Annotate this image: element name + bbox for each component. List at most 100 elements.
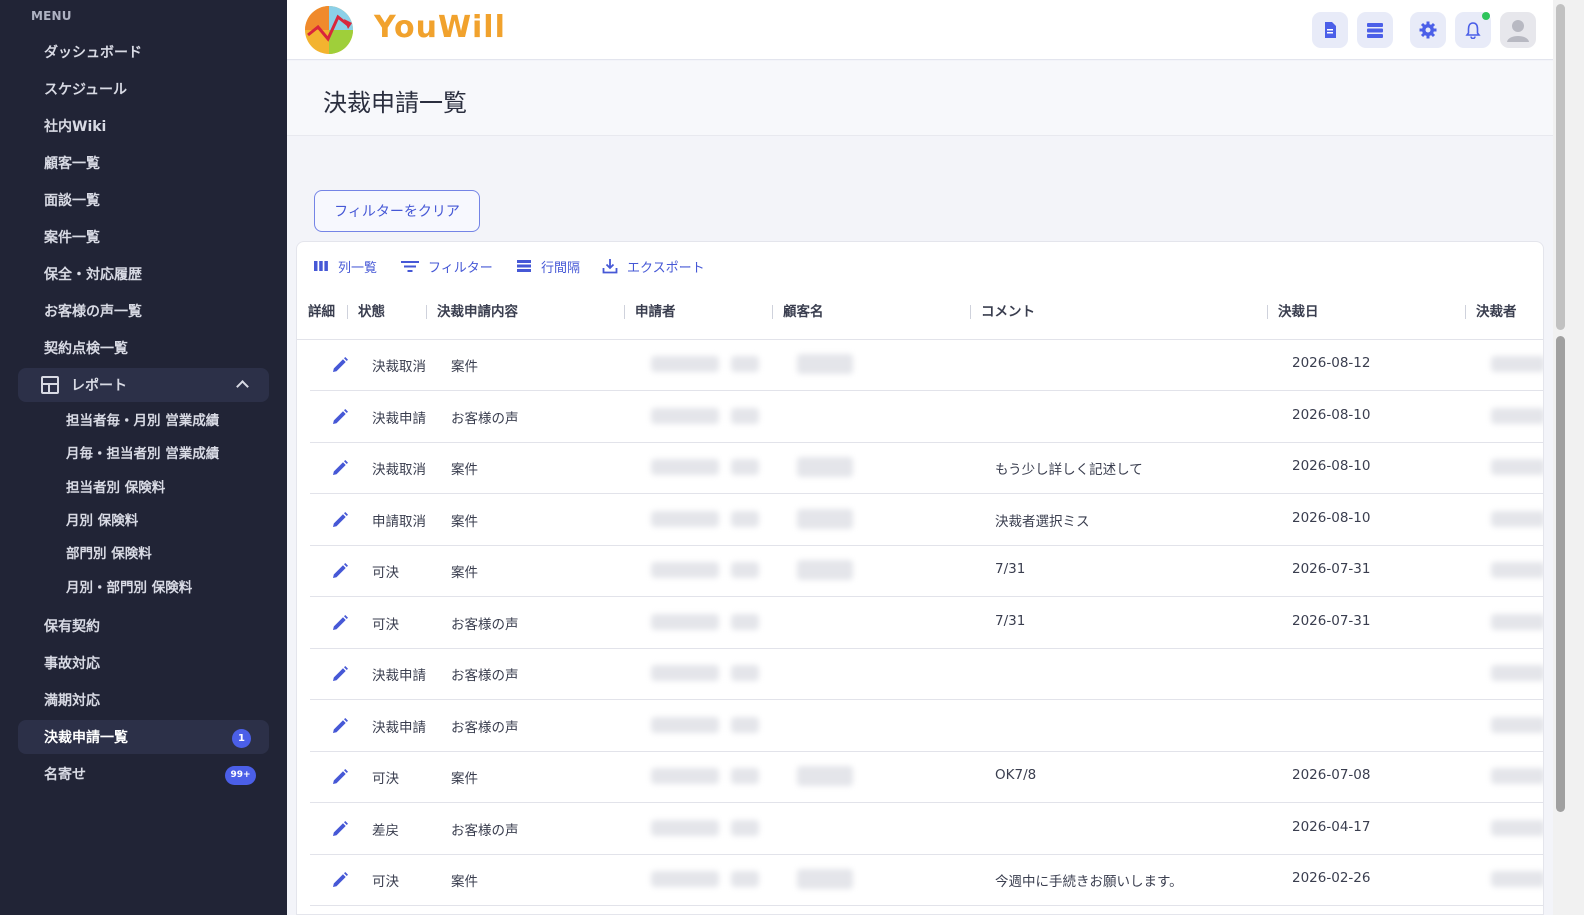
sidebar-subitem-premium-by-rep[interactable]: 担当者別 保険料 (66, 477, 165, 499)
table-row[interactable]: 可決 案件 7/31 2026-07-31 (297, 546, 1543, 597)
column-separator[interactable] (347, 305, 348, 319)
column-separator[interactable] (772, 305, 773, 319)
table-row[interactable]: 決裁申請 お客様の声 (297, 701, 1543, 752)
filter-button[interactable]: フィルター (401, 256, 493, 276)
sidebar-subitem-premium-by-month[interactable]: 月別 保険料 (66, 510, 138, 532)
top-header: YouWill (287, 0, 1553, 60)
column-separator[interactable] (426, 305, 427, 319)
edit-pencil-icon[interactable] (331, 562, 349, 580)
status-cell: 申請取消 (372, 513, 426, 530)
density-button[interactable]: 行間隔 (516, 256, 580, 276)
scrollbar-track-upper[interactable] (1556, 4, 1565, 330)
edit-pencil-icon[interactable] (331, 614, 349, 632)
edit-pencil-icon[interactable] (331, 871, 349, 889)
edit-pencil-icon[interactable] (331, 511, 349, 529)
table-row[interactable]: 可決 案件 OK7/8 2026-07-08 (297, 752, 1543, 803)
status-cell: 決裁取消 (372, 359, 426, 375)
sidebar-item-dashboard[interactable]: ダッシュボード (18, 35, 269, 69)
download-icon (602, 259, 618, 274)
status-cell: 決裁申請 (372, 668, 426, 684)
sidebar-item-deals[interactable]: 案件一覧 (18, 220, 269, 254)
sidebar-item-contracts[interactable]: 保有契約 (18, 609, 269, 643)
column-header-customer[interactable]: 顧客名 (783, 302, 824, 322)
redacted-applicant (651, 459, 719, 475)
column-separator[interactable] (624, 305, 625, 319)
column-separator[interactable] (970, 305, 971, 319)
export-button[interactable]: エクスポート (602, 256, 705, 276)
redacted-applicant (731, 819, 759, 836)
column-header-approval-date[interactable]: 決裁日 (1278, 302, 1319, 322)
edit-pencil-icon[interactable] (331, 717, 349, 735)
column-separator[interactable] (1465, 305, 1466, 319)
sidebar-item-accidents[interactable]: 事故対応 (18, 646, 269, 680)
edit-pencil-icon[interactable] (331, 356, 349, 374)
sidebar-subitem-sales-by-rep-month[interactable]: 担当者毎・月別 営業成績 (66, 410, 219, 432)
sidebar-item-expirations[interactable]: 満期対応 (18, 683, 269, 717)
sidebar-subitem-premium-by-dept[interactable]: 部門別 保険料 (66, 543, 152, 565)
status-cell: 可決 (372, 771, 399, 787)
sidebar-group-report[interactable]: レポート (18, 368, 269, 402)
scrollbar-thumb[interactable] (1556, 336, 1565, 812)
edit-pencil-icon[interactable] (331, 459, 349, 477)
redacted-applicant (731, 871, 759, 887)
table-row[interactable]: 差戻 お客様の声 2026-04-17 (297, 804, 1543, 855)
column-header-request-type[interactable]: 決裁申請内容 (437, 302, 518, 322)
column-header-comment[interactable]: コメント (981, 302, 1035, 322)
sidebar-item-interviews[interactable]: 面談一覧 (18, 183, 269, 217)
status-cell: 決裁申請 (372, 410, 426, 427)
table-row[interactable]: 決裁取消 案件 2026-08-12 (297, 340, 1543, 391)
table-row[interactable]: 可決 お客様の声 7/31 2026-07-31 (297, 598, 1543, 649)
redacted-applicant (731, 716, 759, 733)
table-row[interactable]: 決裁申請 お客様の声 (297, 649, 1543, 700)
sidebar-item-name-matching[interactable]: 名寄せ 99+ (18, 757, 269, 791)
sidebar-item-maintenance[interactable]: 保全・対応履歴 (18, 257, 269, 291)
column-header-status[interactable]: 状態 (358, 302, 385, 322)
vertical-scrollbar[interactable] (1553, 0, 1568, 915)
settings-button[interactable] (1410, 12, 1446, 48)
redacted-approver (1491, 871, 1543, 887)
edit-pencil-icon[interactable] (331, 768, 349, 786)
redacted-applicant (651, 613, 719, 630)
request-type-cell: 案件 (451, 771, 478, 787)
filter-button-label: フィルター (428, 260, 493, 276)
column-separator[interactable] (1267, 305, 1268, 319)
table-row[interactable]: 可決 案件 今週中に手続きお願いします。 2026-02-26 (297, 855, 1543, 906)
column-header-approver[interactable]: 決裁者 (1476, 302, 1517, 322)
chevron-up-icon[interactable] (236, 380, 249, 393)
sidebar-item-contract-checks[interactable]: 契約点検一覧 (18, 331, 269, 365)
clear-filter-button[interactable]: フィルターをクリア (314, 190, 480, 232)
redacted-approver (1491, 665, 1543, 681)
edit-pencil-icon[interactable] (331, 665, 349, 683)
sidebar-subitem-sales-by-month-rep[interactable]: 月毎・担当者別 営業成績 (66, 443, 219, 465)
table-row[interactable]: 申請取消 案件 決裁者選択ミス 2026-08-10 (297, 495, 1543, 546)
table-row[interactable]: 決裁取消 案件 もう少し詳しく記述して 2026-08-10 (297, 443, 1543, 494)
sidebar-item-wiki[interactable]: 社内Wiki (18, 109, 269, 143)
list-view-button[interactable] (1357, 12, 1393, 48)
sidebar-item-customer-voices[interactable]: お客様の声一覧 (18, 294, 269, 328)
brand-name[interactable]: YouWill (374, 10, 506, 45)
sidebar-item-approvals[interactable]: 決裁申請一覧 1 (18, 720, 269, 754)
edit-pencil-icon[interactable] (331, 408, 349, 426)
document-button[interactable] (1312, 12, 1348, 48)
columns-button-label: 列一覧 (338, 260, 378, 276)
request-type-cell: 案件 (451, 565, 478, 581)
redacted-applicant (651, 716, 719, 733)
youwill-logo[interactable] (304, 5, 354, 55)
density-icon (517, 260, 531, 272)
edit-pencil-icon[interactable] (331, 820, 349, 838)
sidebar-subitem-premium-by-month-dept[interactable]: 月別・部門別 保険料 (66, 577, 192, 599)
column-header-detail[interactable]: 詳細 (308, 302, 335, 322)
request-type-cell: お客様の声 (451, 719, 519, 736)
redacted-applicant (651, 819, 719, 836)
column-header-applicant[interactable]: 申請者 (635, 302, 676, 322)
approval-date-cell: 2026-08-10 (1292, 406, 1371, 423)
approval-date-cell: 2026-07-31 (1292, 612, 1371, 629)
columns-button[interactable]: 列一覧 (313, 256, 377, 276)
sidebar-item-customers[interactable]: 顧客一覧 (18, 146, 269, 180)
user-avatar[interactable] (1500, 12, 1536, 48)
table-row[interactable]: 決裁申請 お客様の声 2026-08-10 (297, 392, 1543, 443)
export-button-label: エクスポート (627, 260, 705, 276)
redacted-approver (1491, 562, 1543, 578)
sidebar-item-schedule[interactable]: スケジュール (18, 72, 269, 106)
window-edge (1568, 0, 1584, 915)
